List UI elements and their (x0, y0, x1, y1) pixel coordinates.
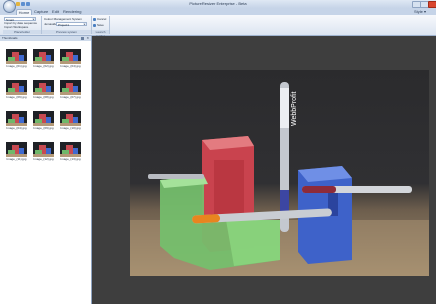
thumbnail-image (60, 142, 81, 157)
save-icon (93, 23, 96, 27)
style-menu[interactable]: Style ▾ (414, 9, 426, 14)
placeholder-group: Smart ▼ Import by date sequence Import W… (3, 16, 42, 34)
thumbnail-image (6, 142, 27, 157)
preview-photo: WebbProfit (130, 70, 429, 276)
thumbnail-image (60, 111, 81, 126)
cancel-button-label: Cancel (97, 17, 107, 21)
pin-icon[interactable] (81, 37, 84, 40)
thumbnail-caption: Image_(13).jpg (60, 157, 81, 161)
group-label: Launch render (92, 30, 109, 38)
ribbon-tabs: Home Capture Edit Rendering Style ▾ (0, 8, 436, 16)
thumbnail-caption: Image_(04).jpg (60, 64, 81, 68)
cancel-button[interactable]: Cancel (93, 17, 106, 21)
thumbnail-caption: Image_(01).jpg (6, 64, 27, 68)
save-button[interactable]: Save (93, 23, 104, 27)
thumbnail[interactable]: Image_(10).jpg (58, 111, 83, 130)
cancel-icon (93, 17, 96, 21)
thumbnails-panel-header: Thumbnails ✕ (0, 36, 91, 41)
thumbnail[interactable]: Image_(08).jpg (31, 80, 56, 99)
thumbnail-caption: Image_(07).jpg (60, 95, 81, 99)
thumbnail[interactable]: Image_(01).jpg (4, 49, 29, 68)
thumbnail-caption: Image_(11).jpg (6, 157, 27, 161)
thumbnail-image (33, 142, 54, 157)
project-combo-value: Project1 (58, 23, 70, 27)
thumbnail-caption: Image_(10).jpg (60, 126, 81, 130)
thumbnail-image (33, 80, 54, 95)
photo-illustration: WebbProfit (130, 82, 429, 276)
thumbnail-caption: Image_(02).jpg (33, 64, 54, 68)
thumbnail-image (33, 111, 54, 126)
thumbnail[interactable]: Image_(11).jpg (4, 142, 29, 161)
thumbnail[interactable]: Image_(02).jpg (31, 49, 56, 68)
thumbnail[interactable]: Image_(09).jpg (31, 111, 56, 130)
title-bar: PictureResizer Enterprise - Beta (0, 0, 436, 13)
close-button[interactable] (428, 1, 436, 8)
import-workspace-button[interactable]: Import Workspace (4, 25, 28, 29)
image-viewer[interactable]: WebbProfit (92, 36, 436, 304)
chevron-down-icon: ▼ (32, 18, 35, 21)
thumbnails-panel-title: Thumbnails (2, 36, 18, 40)
project-combo[interactable]: Project1 ▼ (56, 22, 87, 27)
thumbnails-panel: Thumbnails ✕ Image_(01).jpg Image_(02).j… (0, 36, 92, 304)
thumbnail-caption: Image_(06).jpg (6, 95, 27, 99)
launch-render-group: Cancel Save Launch render (92, 16, 110, 38)
colour-management-button[interactable]: Colour Management System (44, 17, 82, 21)
thumbnail[interactable]: Image_(04).jpg (58, 49, 83, 68)
thumbnail-caption: Image_(04).jpg (6, 126, 27, 130)
thumbnail-image (6, 80, 27, 95)
thumbnail-image (60, 49, 81, 64)
jemaside-label: Jemaside (44, 22, 57, 26)
thumbnail-image (6, 49, 27, 64)
close-icon[interactable]: ✕ (86, 36, 89, 41)
ribbon: Smart ▼ Import by date sequence Import W… (0, 15, 436, 38)
thumbnail-image (60, 80, 81, 95)
thumbnail-caption: Image_(08).jpg (33, 95, 54, 99)
thumbnail-image (6, 111, 27, 126)
thumbnail[interactable]: Image_(04).jpg (4, 111, 29, 130)
thumbnail[interactable]: Image_(13).jpg (58, 142, 83, 161)
group-label: Preview system (42, 30, 91, 34)
thumbnail-caption: Image_(09).jpg (33, 126, 54, 130)
group-label: Placeholder (3, 30, 41, 34)
thumbnail[interactable]: Image_(12).jpg (31, 142, 56, 161)
preview-system-group: Colour Management System Jemaside Projec… (42, 16, 92, 34)
thumbnail[interactable]: Image_(07).jpg (58, 80, 83, 99)
window-title: PictureResizer Enterprise - Beta (189, 1, 247, 6)
thumbnail-image (33, 49, 54, 64)
thumbnail-caption: Image_(12).jpg (33, 157, 54, 161)
thumbnail[interactable]: Image_(06).jpg (4, 80, 29, 99)
save-button-label: Save (97, 23, 104, 27)
application-menu-button[interactable] (3, 0, 16, 13)
pen-brand-text: WebbProfit (291, 91, 298, 126)
chevron-down-icon: ▼ (83, 23, 86, 26)
